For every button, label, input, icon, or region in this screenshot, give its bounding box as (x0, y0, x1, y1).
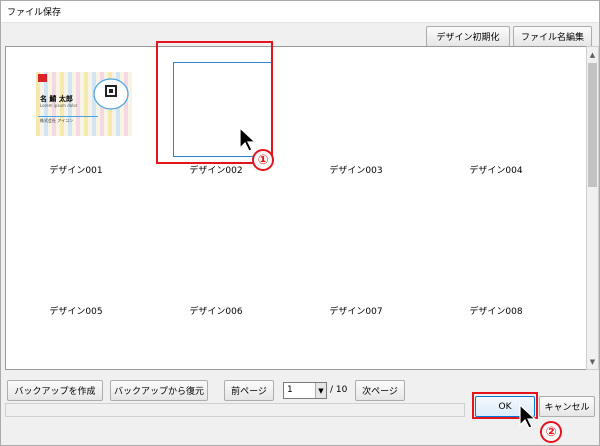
design-cell-006[interactable]: デザイン006 (146, 199, 286, 329)
design-cell-004[interactable]: デザイン004 (426, 58, 566, 188)
design-label-003: デザイン003 (329, 166, 383, 176)
reset-design-button[interactable]: デザイン初期化 (426, 26, 510, 47)
vertical-scrollbar[interactable]: ▲ ▼ (586, 46, 599, 370)
cancel-button[interactable]: キャンセル (539, 396, 595, 417)
next-page-button[interactable]: 次ページ (355, 380, 405, 401)
restore-backup-button[interactable]: バックアップから復元 (110, 380, 208, 401)
title-bar: ファイル保存 (1, 1, 599, 23)
scroll-down-icon[interactable]: ▼ (587, 355, 598, 368)
window-title: ファイル保存 (7, 8, 62, 18)
chevron-down-icon[interactable]: ▼ (315, 383, 326, 398)
edit-filename-button[interactable]: ファイル名編集 (513, 26, 592, 47)
design-cell-008[interactable]: デザイン008 (426, 199, 566, 329)
design-label-005: デザイン005 (49, 307, 103, 317)
design-label-001: デザイン001 (49, 166, 103, 176)
design-cell-007[interactable]: デザイン007 (286, 199, 426, 329)
design-thumbnail-001[interactable]: 名 鯖 太郎 Lorem ipsum dolor 株式会社 アイコン (36, 72, 132, 136)
design-label-004: デザイン004 (469, 166, 523, 176)
page-select[interactable]: 1 ▼ (283, 382, 327, 399)
scroll-up-icon[interactable]: ▲ (587, 48, 598, 61)
design-cell-005[interactable]: デザイン005 (6, 199, 146, 329)
thumbnail-company-text: 株式会社 アイコン (40, 118, 74, 123)
page-select-value: 1 (287, 385, 293, 395)
prev-page-button[interactable]: 前ページ (224, 380, 274, 401)
scroll-thumb[interactable] (588, 63, 597, 187)
thumbnail-small-text: Lorem ipsum dolor (40, 103, 78, 108)
status-bar (5, 403, 465, 417)
file-save-dialog: ファイル保存 デザイン初期化 ファイル名編集 名 鯖 太郎 Lorem ipsu… (0, 0, 600, 446)
design-label-006: デザイン006 (189, 307, 243, 317)
mouse-cursor-icon (239, 127, 257, 152)
mouse-cursor-icon (519, 404, 537, 429)
design-label-008: デザイン008 (469, 307, 523, 317)
design-label-007: デザイン007 (329, 307, 383, 317)
design-cell-001[interactable]: 名 鯖 太郎 Lorem ipsum dolor 株式会社 アイコン デザイン0… (6, 58, 146, 188)
design-cell-003[interactable]: デザイン003 (286, 58, 426, 188)
step-marker-2: ② (540, 421, 562, 443)
page-total: / 10 (330, 385, 348, 395)
design-grid-panel: 名 鯖 太郎 Lorem ipsum dolor 株式会社 アイコン デザイン0… (5, 46, 588, 370)
create-backup-button[interactable]: バックアップを作成 (7, 380, 103, 401)
